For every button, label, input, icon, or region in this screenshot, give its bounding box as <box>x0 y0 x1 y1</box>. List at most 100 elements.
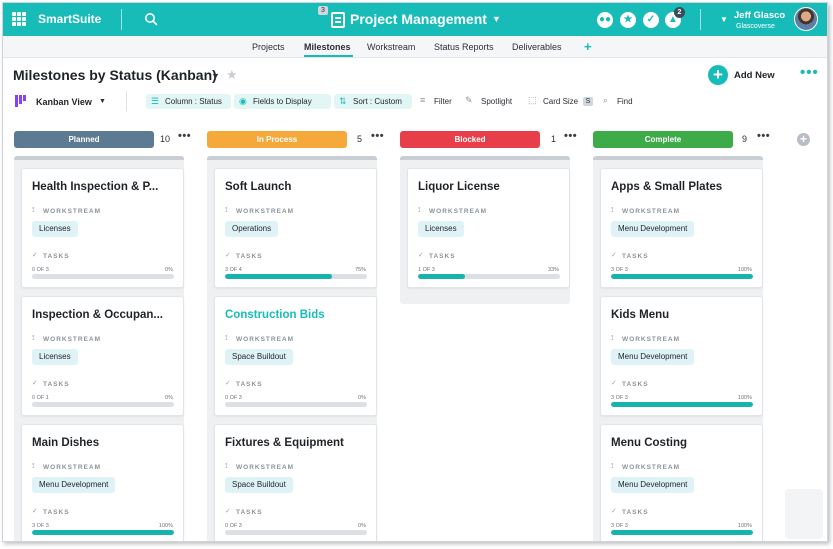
workstream-tag[interactable]: Menu Development <box>611 477 695 493</box>
column-menu-icon[interactable]: ••• <box>371 130 384 142</box>
card-title[interactable]: Kids Menu <box>611 309 754 321</box>
workstream-label: WORKSTREAM <box>236 336 295 343</box>
tasks-percent: 0% <box>358 395 366 401</box>
tab-status-reports[interactable]: Status Reports <box>434 42 494 52</box>
milestone-card[interactable]: Main Dishes ⟟ WORKSTREAM Menu Development ✓ T… <box>21 424 184 541</box>
card-title[interactable]: Fixtures & Equipment <box>225 437 368 449</box>
chevron-down-icon[interactable]: ▼ <box>99 98 106 105</box>
add-tab-button[interactable]: + <box>584 39 592 54</box>
card-title[interactable]: Menu Costing <box>611 437 754 449</box>
milestone-card[interactable]: Apps & Small Plates ⟟ WORKSTREAM Menu Devel… <box>600 168 763 288</box>
tab-milestones[interactable]: Milestones <box>304 42 351 52</box>
sort-button[interactable]: ⇅ Sort : Custom <box>334 94 412 109</box>
milestone-card[interactable]: Fixtures & Equipment ⟟ WORKSTREAM Space Bui… <box>214 424 377 541</box>
milestone-card[interactable]: Menu Costing ⟟ WORKSTREAM Menu Development ✓… <box>600 424 763 541</box>
columns-icon: ☰ <box>151 96 160 106</box>
view-selector[interactable]: Kanban View <box>36 97 92 107</box>
workstream-icon: ⟟ <box>225 335 228 342</box>
fields-to-display-button[interactable]: ◉ Fields to Display <box>234 94 331 109</box>
column-menu-icon[interactable]: ••• <box>757 130 770 142</box>
chevron-down-icon[interactable]: ▼ <box>492 14 501 24</box>
workstream-tag[interactable]: Licenses <box>418 221 464 237</box>
chevron-down-icon[interactable]: ▼ <box>211 71 220 81</box>
workstream-tag[interactable]: Space Buildout <box>225 349 293 365</box>
card-title[interactable]: Soft Launch <box>225 181 368 193</box>
project-title[interactable]: Project Management <box>350 11 487 27</box>
tab-deliverables[interactable]: Deliverables <box>512 42 562 52</box>
find-button[interactable]: Find <box>617 97 633 106</box>
column-header-planned[interactable]: Planned <box>14 131 154 148</box>
star-icon[interactable]: ★ <box>620 12 636 28</box>
card-title[interactable]: Liquor License <box>418 181 561 193</box>
search-icon[interactable] <box>144 12 158 26</box>
workstream-tag[interactable]: Operations <box>225 221 279 237</box>
tasks-progress-bar <box>611 402 753 407</box>
avatar[interactable] <box>794 7 818 31</box>
workstream-label: WORKSTREAM <box>622 336 681 343</box>
check-icon: ✓ <box>611 252 617 259</box>
apps-grid-icon[interactable] <box>12 12 26 26</box>
workstream-tag[interactable]: Menu Development <box>611 221 695 237</box>
tab-workstream[interactable]: Workstream <box>367 42 415 52</box>
milestone-card[interactable]: Kids Menu ⟟ WORKSTREAM Menu Development ✓ TAS… <box>600 296 763 416</box>
card-size-badge: S <box>583 97 593 106</box>
column-header-complete[interactable]: Complete <box>593 131 733 148</box>
tasks-progress-bar <box>32 274 174 279</box>
column-menu-icon[interactable]: ••• <box>564 130 577 142</box>
column-header-in-process[interactable]: In Process <box>207 131 347 148</box>
tab-projects[interactable]: Projects <box>252 42 285 52</box>
user-name[interactable]: Jeff Glasco <box>734 10 785 21</box>
milestone-card[interactable]: Inspection & Occupan... ⟟ WORKSTREAM Licens… <box>21 296 184 416</box>
tasks-label: TASKS <box>622 253 649 260</box>
user-org: Glascoverse <box>736 23 775 30</box>
card-title[interactable]: Apps & Small Plates <box>611 181 754 193</box>
kanban-view-icon <box>15 95 28 107</box>
card-title[interactable]: Health Inspection & P... <box>32 181 175 193</box>
add-column-button[interactable]: + <box>797 133 810 146</box>
card-size-button[interactable]: Card Size <box>543 97 578 106</box>
add-new-button[interactable]: + <box>708 65 728 85</box>
tasks-count: 3 OF 3 <box>611 523 628 529</box>
tasks-progress-bar <box>225 402 367 407</box>
add-new-label[interactable]: Add New <box>734 70 775 81</box>
favorite-star-icon[interactable]: ★ <box>226 67 238 83</box>
page-title: Milestones by Status (Kanban) <box>13 67 217 83</box>
column-setting-button[interactable]: ☰ Column : Status <box>146 94 231 109</box>
column-count: 9 <box>742 134 748 144</box>
workstream-tag[interactable]: Licenses <box>32 221 78 237</box>
workstream-tag[interactable]: Menu Development <box>32 477 116 493</box>
brand-logo[interactable]: SmartSuite <box>38 12 101 26</box>
workstream-tag[interactable]: Space Buildout <box>225 477 293 493</box>
workstream-label: WORKSTREAM <box>43 208 102 215</box>
tasks-progress-bar <box>611 530 753 535</box>
milestone-card[interactable]: Liquor License ⟟ WORKSTREAM Licenses ✓ TASKS 1… <box>407 168 570 288</box>
card-title[interactable]: Main Dishes <box>32 437 175 449</box>
card-title[interactable]: Construction Bids <box>225 309 368 321</box>
tasks-count: 0 OF 1 <box>32 395 49 401</box>
card-title[interactable]: Inspection & Occupan... <box>32 309 175 321</box>
milestone-card[interactable]: Soft Launch ⟟ WORKSTREAM Operations ✓ TASKS 3 … <box>214 168 377 288</box>
tasks-label: TASKS <box>43 381 70 388</box>
tasks-count: 0 OF 3 <box>225 395 242 401</box>
filter-button[interactable]: Filter <box>434 97 452 106</box>
milestone-card[interactable]: Health Inspection & P... ⟟ WORKSTREAM Licen… <box>21 168 184 288</box>
workstream-tag[interactable]: Menu Development <box>611 349 695 365</box>
tasks-progress-bar <box>225 530 367 535</box>
tasks-progress-fill <box>611 274 753 279</box>
check-icon[interactable]: ✓ <box>643 12 659 28</box>
tasks-count: 0 OF 3 <box>32 267 49 273</box>
team-icon[interactable]: ●● <box>597 12 613 28</box>
workstream-icon: ⟟ <box>611 335 614 342</box>
more-options-icon[interactable]: ••• <box>800 64 819 81</box>
milestone-card[interactable]: Construction Bids ⟟ WORKSTREAM Space Buildo… <box>214 296 377 416</box>
help-widget[interactable] <box>785 489 823 539</box>
column-count: 10 <box>160 134 171 144</box>
tasks-label: TASKS <box>236 509 263 516</box>
spotlight-button[interactable]: Spotlight <box>481 97 512 106</box>
column-menu-icon[interactable]: ••• <box>178 130 191 142</box>
workstream-tag[interactable]: Licenses <box>32 349 78 365</box>
workstream-label: WORKSTREAM <box>43 464 102 471</box>
chevron-down-icon[interactable]: ▼ <box>720 15 728 24</box>
column-header-blocked[interactable]: Blocked <box>400 131 540 148</box>
card-size-icon: ⬚ <box>528 95 537 105</box>
